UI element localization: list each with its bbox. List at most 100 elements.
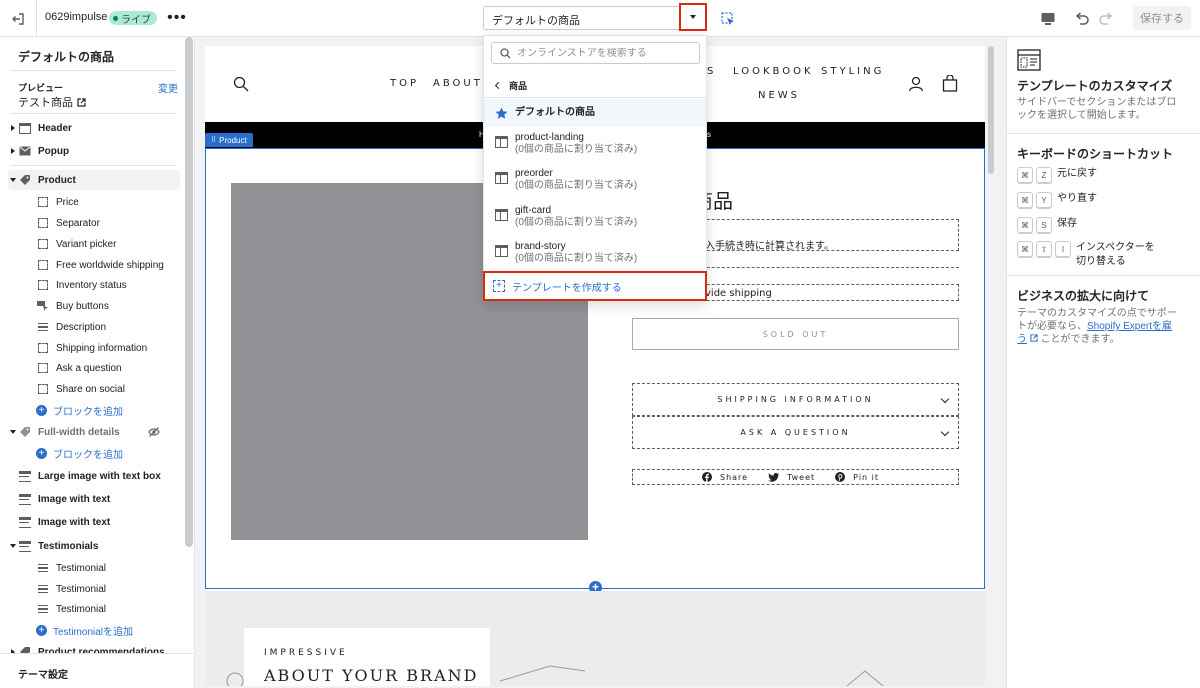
cart-icon[interactable] (942, 75, 958, 92)
divider (10, 113, 176, 114)
block-buy-buttons[interactable]: Buy buttons (36, 296, 184, 316)
twitter-icon (768, 472, 780, 482)
inspector-toggle-button[interactable] (718, 9, 738, 29)
block-label: Inventory status (56, 279, 127, 291)
live-dot-icon (113, 15, 118, 21)
sidebar-item-popup[interactable]: Popup (8, 141, 180, 161)
shortcut-save: ⌘ S 保存 (1017, 217, 1162, 233)
block-price[interactable]: Price (36, 192, 184, 212)
block-testimonial[interactable]: Testimonial (36, 558, 184, 578)
more-actions-button[interactable]: ••• (166, 8, 188, 28)
block-icon (38, 280, 48, 290)
preview-product-link[interactable]: テスト商品 (18, 94, 86, 110)
add-block-button[interactable]: + ブロックを追加 (36, 400, 184, 420)
template-dropdown-toggle[interactable] (679, 3, 707, 31)
create-template-icon: + (493, 280, 505, 292)
search-icon[interactable] (233, 76, 249, 92)
template-search[interactable] (491, 42, 700, 64)
block-label: Testimonial (56, 603, 107, 615)
nav-news[interactable]: NEWS (758, 90, 800, 101)
block-testimonial[interactable]: Testimonial (36, 599, 184, 619)
template-option-product-landing[interactable]: product-landing (0個の商品に割り当て済み) (484, 132, 706, 156)
add-testimonial-button[interactable]: + Testimonialを追加 (36, 620, 184, 640)
template-select[interactable]: デフォルトの商品 (483, 6, 707, 30)
cmd-key-icon: ⌘ (1017, 217, 1033, 233)
customize-description: サイドバーでセクションまたはブロックを選択して開始します。 (1017, 97, 1177, 121)
shipping-info-accordion[interactable]: SHIPPING INFORMATION (632, 383, 959, 416)
expand-title: ビジネスの拡大に向けて (1017, 289, 1150, 303)
block-separator[interactable]: Separator (36, 213, 184, 233)
template-search-input[interactable] (517, 47, 692, 59)
sidebar-item-product[interactable]: Product (8, 170, 180, 190)
text-section-icon (19, 516, 31, 528)
sidebar-item-testimonials[interactable]: Testimonials (8, 536, 180, 556)
block-label: Ask a question (56, 362, 122, 374)
live-badge-label: ライブ (121, 14, 151, 26)
block-ask-question[interactable]: Ask a question (36, 358, 184, 378)
theme-settings-button[interactable]: テーマ設定 (0, 653, 194, 688)
external-link-icon (77, 97, 86, 107)
share-pinterest[interactable]: Pin it (835, 472, 879, 482)
sidebar-item-label: Full-width details (38, 426, 120, 438)
create-template-button[interactable]: + テンプレートを作成する (483, 271, 707, 301)
template-assigned-count: (0個の商品に割り当て済み) (515, 253, 638, 264)
section-tag[interactable]: ⠿ Product (205, 133, 253, 147)
device-preview-button[interactable] (1038, 9, 1058, 29)
cmd-key-icon: ⌘ (1017, 192, 1033, 208)
save-button[interactable]: 保存する (1133, 6, 1191, 30)
exit-button[interactable] (0, 0, 37, 37)
sidebar-item-full-width-details[interactable]: Full-width details (8, 422, 180, 442)
shortcuts-title: キーボードのショートカット (1017, 147, 1174, 161)
block-share-social[interactable]: Share on social (36, 379, 184, 399)
block-description[interactable]: Description (36, 317, 184, 337)
block-variant-picker[interactable]: Variant picker (36, 234, 184, 254)
sidebar-item-image-with-text-2[interactable]: Image with text (8, 512, 180, 532)
share-facebook[interactable]: Share (701, 472, 748, 482)
ask-question-accordion[interactable]: ASK A QUESTION (632, 416, 959, 449)
template-assigned-count: (0個の商品に割り当て済み) (515, 180, 638, 191)
preview-scrollbar[interactable] (988, 46, 994, 174)
template-option-preorder[interactable]: preorder (0個の商品に割り当て済み) (484, 168, 706, 192)
hidden-eye-icon[interactable] (148, 427, 160, 440)
sidebar-item-image-with-text[interactable]: Image with text (8, 489, 180, 509)
template-option-default[interactable]: デフォルトの商品 (484, 99, 706, 127)
template-assigned-count: (0個の商品に割り当て済み) (515, 217, 638, 228)
undo-button[interactable] (1072, 8, 1092, 28)
theme-name: 0629impulse (45, 11, 108, 23)
add-block-label: ブロックを追加 (53, 449, 123, 461)
divider (1007, 275, 1200, 276)
block-label: Testimonial (56, 583, 107, 595)
redo-button[interactable] (1096, 8, 1116, 28)
chevron-down-icon (10, 430, 16, 434)
nav-partial[interactable]: S (707, 66, 716, 77)
block-free-shipping[interactable]: Free worldwide shipping (36, 255, 184, 275)
nav-lookbook[interactable]: LOOKBOOK (733, 66, 814, 77)
announcement-text: s (707, 130, 711, 139)
plus-circle-icon: + (36, 404, 47, 416)
block-shipping-information[interactable]: Shipping information (36, 338, 184, 358)
nav-about[interactable]: ABOUT (433, 78, 483, 89)
shortcut-undo: ⌘ Z 元に戻す (1017, 167, 1162, 183)
add-block-button[interactable]: + ブロックを追加 (36, 443, 184, 463)
image-with-text-section: IMPRESSIVE ABOUT YOUR BRAND (205, 591, 985, 686)
back-to-products[interactable]: 商品 (484, 74, 706, 98)
nav-styling[interactable]: STYLING (821, 66, 884, 77)
sidebar-item-header[interactable]: Header (8, 118, 180, 138)
block-testimonial[interactable]: Testimonial (36, 579, 184, 599)
free-shipping-text: vide shipping (705, 288, 772, 299)
sidebar-item-large-image[interactable]: Large image with text box (8, 466, 180, 486)
nav-top[interactable]: TOP (390, 78, 419, 89)
sold-out-button[interactable]: SOLD OUT (632, 318, 959, 350)
template-option-gift-card[interactable]: gift-card (0個の商品に割り当て済み) (484, 205, 706, 229)
expand-description: テーマのカスタマイズの点でサポートが必要なら、Shopify Expertを雇う… (1017, 307, 1177, 346)
sidebar-scrollbar[interactable] (185, 37, 193, 547)
text-section-icon (19, 540, 31, 552)
section-tag-label: Product (219, 135, 247, 145)
share-twitter[interactable]: Tweet (768, 473, 815, 482)
text-section-icon (19, 470, 31, 482)
block-label: Share on social (56, 383, 125, 395)
block-inventory-status[interactable]: Inventory status (36, 275, 184, 295)
preview-change-link[interactable]: 変更 (158, 80, 178, 95)
template-option-brand-story[interactable]: brand-story (0個の商品に割り当て済み) (484, 241, 706, 265)
account-icon[interactable] (908, 76, 924, 92)
